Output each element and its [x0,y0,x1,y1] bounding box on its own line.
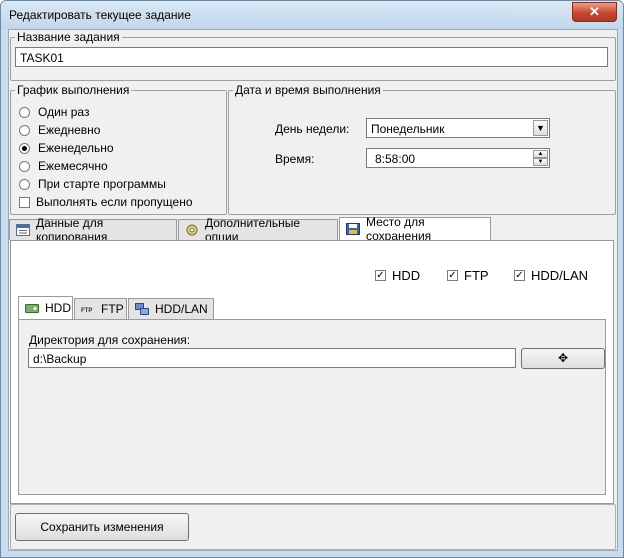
title-bar[interactable]: Редактировать текущее задание ✕ [1,1,623,29]
dialog-window: Редактировать текущее задание ✕ Название… [0,0,624,558]
window-title: Редактировать текущее задание [9,8,191,22]
dest-hdd-checkbox[interactable]: ✓ [375,270,386,281]
time-value: 8:58:00 [375,152,416,166]
dialog-client: Название задания TASK01 График выполнени… [8,29,618,551]
dest-hdd-row[interactable]: ✓ HDD [375,268,420,283]
disk-icon [346,223,360,235]
spin-down-icon[interactable]: ▼ [533,158,548,166]
subtab-ftp-label: FTP [101,302,124,316]
time-input[interactable]: 8:58:00 ▲ ▼ [366,148,550,168]
dest-ftp-checkbox[interactable]: ✓ [447,270,458,281]
ftp-icon: FTP [81,303,95,315]
radio-weekly[interactable]: Еженедельно [19,140,114,156]
datetime-label: Дата и время выполнения [233,83,383,97]
weekday-label: День недели: [275,122,350,136]
radio-weekly-circle[interactable] [19,142,30,154]
run-if-missed-checkbox[interactable] [19,196,30,208]
tab-save-location-label: Место для сохранения [366,215,432,243]
task-name-group: Название задания TASK01 [10,30,616,81]
subtab-lan[interactable]: HDD/LAN [128,298,214,319]
hdd-panel: Директория для сохранения: d:\Backup ✥ [18,319,606,495]
radio-on-start[interactable]: При старте программы [19,176,166,192]
main-tabbar: Данные для копирования Дополнительные оп… [9,215,617,244]
dir-label: Директория для сохранения: [29,333,191,347]
radio-daily-label: Ежедневно [38,123,101,137]
network-icon [135,303,149,315]
radio-once-label: Один раз [38,105,90,119]
radio-monthly-circle[interactable] [19,160,30,172]
dest-lan-row[interactable]: ✓ HDD/LAN [514,268,588,283]
sub-tabbar: HDD FTP FTP HDD/LAN [18,296,598,320]
radio-on-start-label: При старте программы [38,177,166,191]
weekday-select[interactable]: Понедельник ▼ [366,118,550,138]
radio-weekly-label: Еженедельно [38,141,114,155]
subtab-lan-label: HDD/LAN [155,302,208,316]
tab-extra-options[interactable]: Дополнительные опции [178,216,338,244]
radio-monthly-label: Ежемесячно [38,159,108,173]
time-label: Время: [275,152,315,166]
bottom-bar: Сохранить изменения [10,504,616,550]
dest-ftp-row[interactable]: ✓ FTP [447,268,489,283]
radio-once[interactable]: Один раз [19,104,89,120]
radio-daily[interactable]: Ежедневно [19,122,100,138]
hdd-icon [25,302,39,314]
svg-text:FTP: FTP [81,308,92,314]
tab-copy-data[interactable]: Данные для копирования [9,216,177,244]
tab-save-location[interactable]: Место для сохранения [339,215,491,243]
radio-daily-circle[interactable] [19,124,30,136]
run-if-missed-row[interactable]: Выполнять если пропущено [19,194,193,210]
dir-input[interactable]: d:\Backup [28,348,516,368]
dest-ftp-label: FTP [464,268,489,283]
schedule-group: График выполнения Один раз Ежедневно Еже… [10,83,227,215]
dest-hdd-label: HDD [392,268,421,283]
data-icon [16,224,30,236]
task-name-label: Название задания [15,30,122,44]
chevron-down-icon[interactable]: ▼ [533,120,548,136]
schedule-label: График выполнения [15,83,132,97]
save-location-panel: ✓ HDD ✓ FTP ✓ HDD/LAN HDD FTP FTP HDD/LA… [10,240,614,504]
options-icon [185,224,199,236]
browse-icon: ✥ [557,351,569,365]
dest-lan-label: HDD/LAN [531,268,589,283]
subtab-hdd[interactable]: HDD [18,296,73,319]
close-icon: ✕ [589,4,600,19]
subtab-hdd-label: HDD [45,301,71,315]
radio-once-circle[interactable] [19,106,30,118]
weekday-value: Понедельник [371,122,445,136]
task-name-input[interactable]: TASK01 [15,47,608,67]
dest-lan-checkbox[interactable]: ✓ [514,270,525,281]
save-changes-button[interactable]: Сохранить изменения [15,513,189,541]
radio-on-start-circle[interactable] [19,178,30,190]
datetime-group: Дата и время выполнения День недели: Пон… [228,83,616,215]
browse-button[interactable]: ✥ [521,348,605,369]
run-if-missed-label: Выполнять если пропущено [36,195,193,209]
subtab-ftp[interactable]: FTP FTP [74,298,127,319]
spin-up-icon[interactable]: ▲ [533,150,548,158]
radio-monthly[interactable]: Ежемесячно [19,158,108,174]
close-button[interactable]: ✕ [572,2,617,22]
